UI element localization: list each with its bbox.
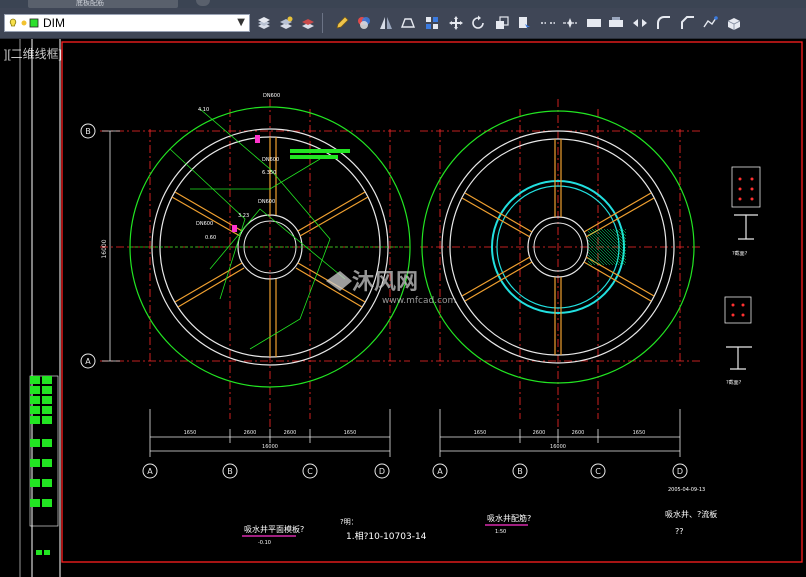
layer-properties-icon[interactable] [256,15,272,31]
dim-total: 16000 [550,444,566,450]
fillet-icon[interactable] [656,15,672,31]
annotation: 0.60 [205,235,216,241]
toolbar: DIM ▼ [0,8,806,39]
title-block-cells [29,375,59,555]
lightbulb-icon[interactable] [8,18,18,28]
3d-box-icon[interactable] [726,15,742,31]
right-note-sub: ?? [675,527,684,536]
axis-label: B [517,467,523,476]
dim-text: 1650 [633,430,646,436]
explode-icon[interactable] [702,15,718,31]
stretch-icon[interactable] [400,15,416,31]
drawing-titles: 吸水井平面模板? -0.10 ?明： 1.相?10-10703-14 吸水井配筋… [242,487,717,546]
chamfer-icon[interactable] [680,15,696,31]
dim-text: 1650 [344,430,357,436]
chevron-down-icon[interactable]: ▼ [237,17,245,28]
axis-label: C [307,467,313,476]
annotation: 3.23 [238,213,249,219]
new-tab-button[interactable] [196,0,210,6]
annotation: DN600 [262,157,279,163]
detail-sections: ?截面? ?截面? [724,166,761,386]
dim-text: 2600 [244,430,257,436]
detail-label: ?截面? [726,379,742,386]
extend-icon[interactable] [608,15,624,31]
trim-icon[interactable] [586,15,602,31]
document-tab[interactable]: 底板配筋 [28,0,178,8]
mirror-icon[interactable] [378,15,394,31]
dim-left: 16000 [101,239,108,258]
measure-icon[interactable] [562,15,578,31]
layer-dropdown[interactable]: DIM ▼ [4,14,250,32]
axis-label: D [379,467,385,476]
notes-label: ?明： [340,518,358,526]
dim-text: 2600 [284,430,297,436]
right-plan: A B C D 1650 2600 2600 1650 16000 [420,99,700,479]
document-tab-strip: 底板配筋 [0,0,806,8]
axis-label: B [85,127,91,136]
right-note-title: 吸水井、?流板 [665,509,717,519]
watermark-brand: 沐风网 [352,270,418,295]
scale-icon[interactable] [494,15,510,31]
watermark: 沐风网 www.mfcad.com [326,270,456,306]
dim-text: 2600 [572,430,585,436]
sun-icon[interactable] [19,18,29,28]
layer-name: DIM [43,16,65,30]
annotation: DN600 [263,93,280,99]
toolbar-separator [322,13,323,33]
axis-label: A [85,357,91,366]
axis-label: D [677,467,683,476]
layer-states-icon[interactable] [278,15,294,31]
dim-text: 1650 [184,430,197,436]
axis-label: A [437,467,443,476]
annotation: 4.10 [198,107,209,113]
axis-label: C [595,467,601,476]
right-plan-title: 吸水井配筋? [487,513,531,523]
document-tab-title: 底板配筋 [76,0,104,7]
annotation: DN600 [196,221,213,227]
annotation: DN600 [258,199,275,205]
dim-text: 1650 [474,430,487,436]
match-layer-icon[interactable] [300,15,316,31]
axis-label: B [227,467,233,476]
copy-clip-icon[interactable] [516,15,532,31]
break-icon[interactable] [540,15,556,31]
dim-text: 2600 [533,430,546,436]
join-icon[interactable] [632,15,648,31]
axis-label: A [147,467,153,476]
date-note: 2005-04-09-13 [668,487,705,493]
right-plan-scale: 1:50 [495,529,506,535]
watermark-url: www.mfcad.com [382,296,456,306]
detail-label: ?截面? [732,250,748,257]
drawing-canvas[interactable]: B A A B C D 16000 1650 2600 2600 1650 16… [0,39,806,577]
color-wheel-icon[interactable] [356,15,372,31]
array-icon[interactable] [424,15,440,31]
left-plan-title: 吸水井平面模板? [244,524,304,534]
dim-total: 16000 [262,444,278,450]
annotation: 6.350 [262,170,276,176]
left-plan-scale: -0.10 [258,540,271,546]
layer-color-icon[interactable] [29,18,39,28]
notes-text: 1.相?10-10703-14 [346,530,427,542]
pencil-icon[interactable] [334,15,350,31]
move-icon[interactable] [448,15,464,31]
rotate-icon[interactable] [470,15,486,31]
